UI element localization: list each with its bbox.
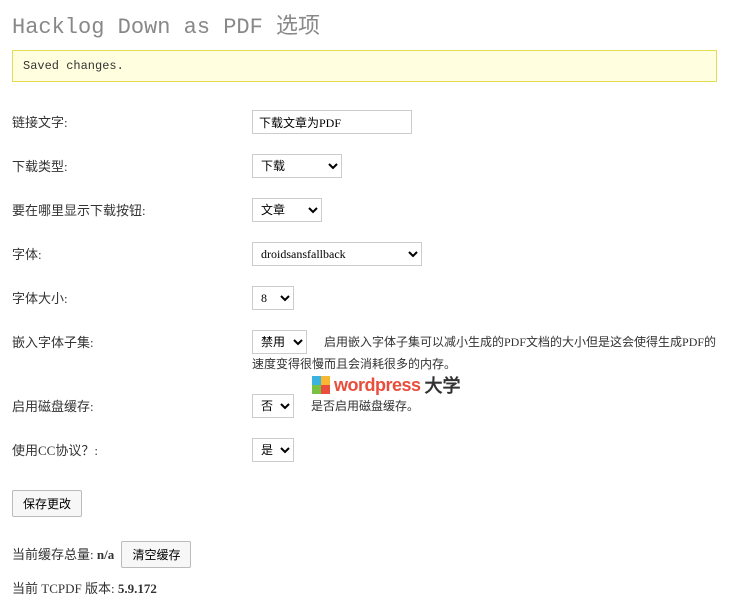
download-type-label: 下载类型: — [12, 144, 252, 188]
cache-info-line: 当前缓存总量: n/a 清空缓存 — [12, 541, 717, 568]
font-size-label: 字体大小: — [12, 276, 252, 320]
cc-license-select[interactable]: 是 — [252, 438, 294, 462]
disk-cache-desc: 是否启用磁盘缓存。 — [311, 399, 419, 413]
tcpdf-version: 5.9.172 — [118, 581, 157, 596]
cache-total-label: 当前缓存总量: — [12, 547, 97, 562]
tcpdf-info-line: 当前 TCPDF 版本: 5.9.172 — [12, 578, 717, 597]
embed-subset-desc: 启用嵌入字体子集可以减小生成的PDF文档的大小但是这会使得生成PDF的速度变得很… — [252, 335, 716, 371]
link-text-label: 链接文字: — [12, 100, 252, 144]
download-type-select[interactable]: 下载 — [252, 154, 342, 178]
embed-subset-select[interactable]: 禁用 — [252, 330, 307, 354]
settings-form-table: 链接文字: 下载类型: 下载 要在哪里显示下载按钮: 文章 字体: droids… — [12, 100, 717, 472]
disk-cache-select[interactable]: 否 — [252, 394, 294, 418]
embed-subset-label: 嵌入字体子集: — [12, 320, 252, 384]
save-button[interactable]: 保存更改 — [12, 490, 82, 517]
clear-cache-button[interactable]: 清空缓存 — [121, 541, 191, 568]
saved-notice: Saved changes. — [12, 50, 717, 82]
link-text-input[interactable] — [252, 110, 412, 134]
display-where-select[interactable]: 文章 — [252, 198, 322, 222]
font-size-select[interactable]: 8 — [252, 286, 294, 310]
font-label: 字体: — [12, 232, 252, 276]
display-where-label: 要在哪里显示下载按钮: — [12, 188, 252, 232]
font-select[interactable]: droidsansfallback — [252, 242, 422, 266]
disk-cache-label: 启用磁盘缓存: — [12, 384, 252, 428]
page-title: Hacklog Down as PDF 选项 — [12, 8, 717, 40]
cache-total-value: n/a — [97, 547, 114, 562]
notice-message: Saved changes. — [23, 59, 124, 73]
cc-license-label: 使用CC协议？: — [12, 428, 252, 472]
tcpdf-label: 当前 TCPDF 版本: — [12, 581, 118, 596]
